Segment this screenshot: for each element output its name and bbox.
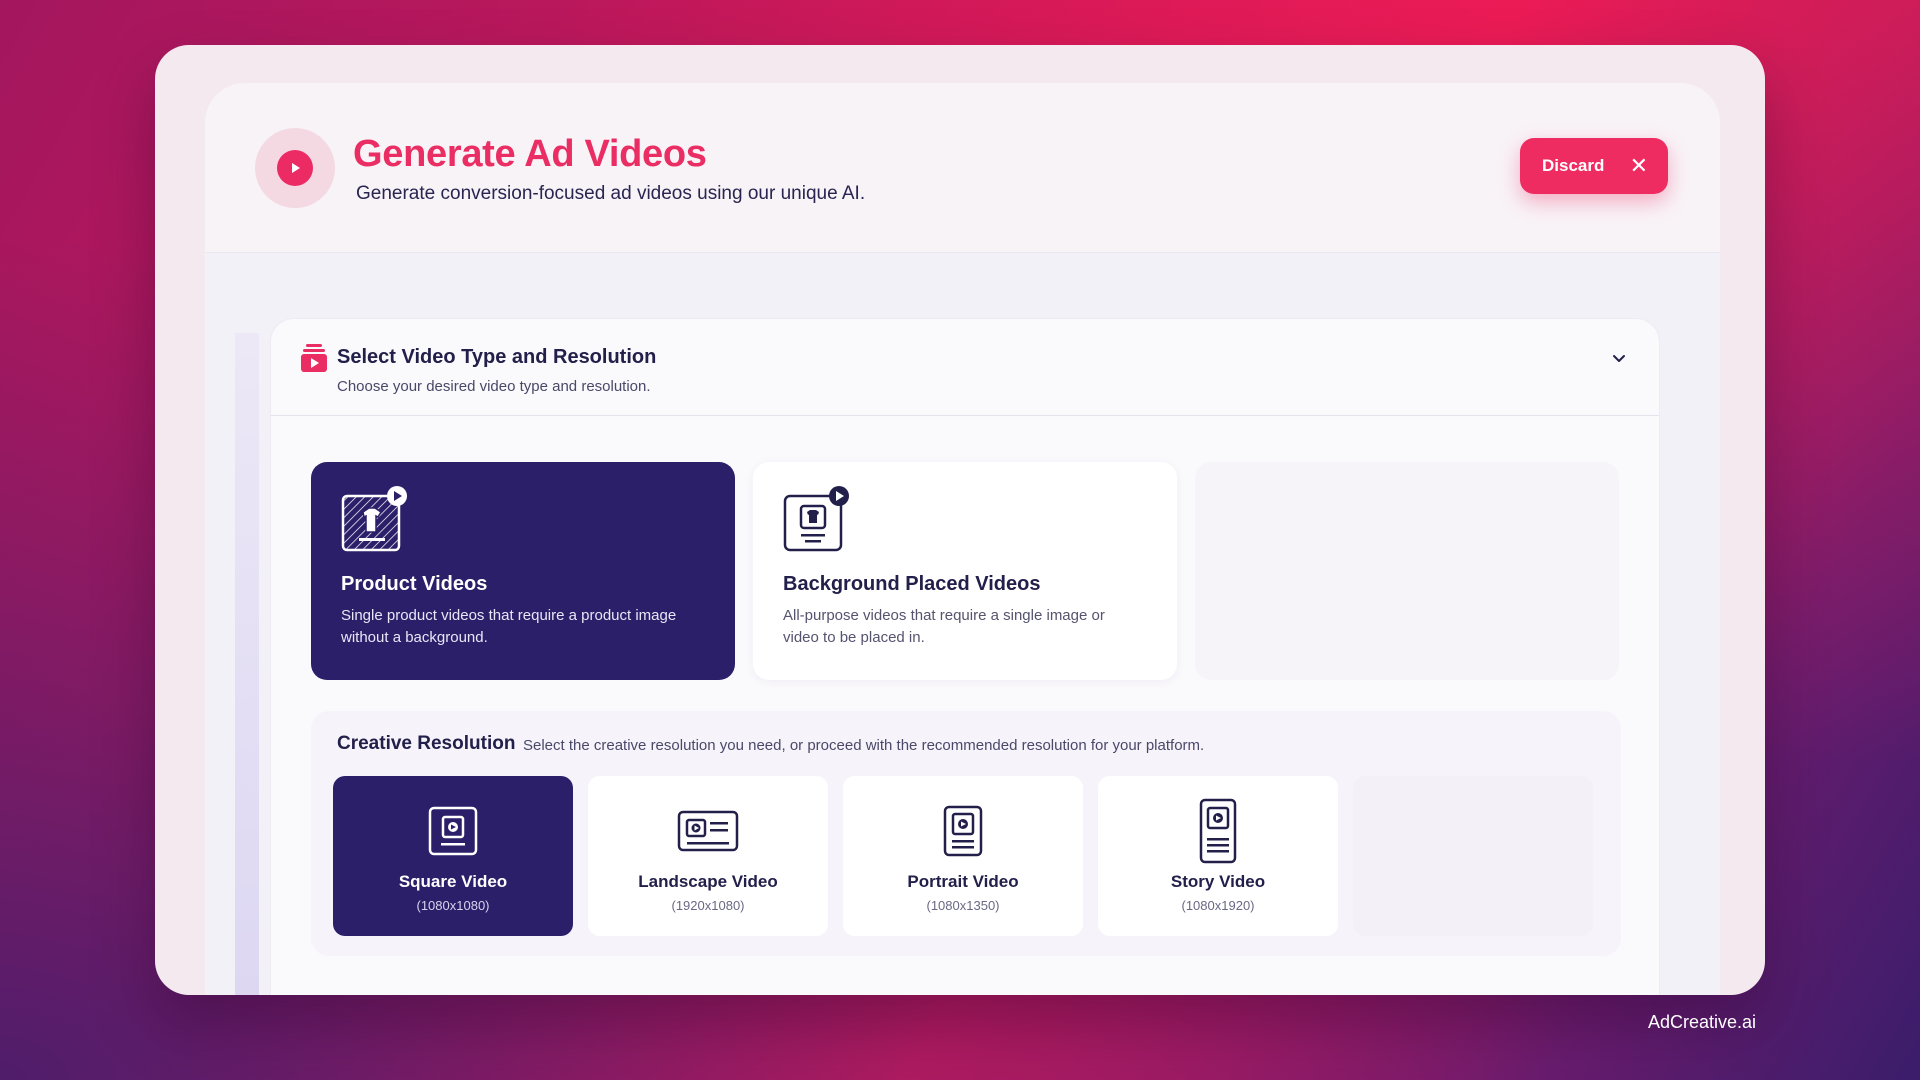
- page-title: Generate Ad Videos: [353, 133, 707, 175]
- product-videos-title: Product Videos: [341, 573, 488, 595]
- product-video-icon: [341, 486, 407, 552]
- brand-watermark: AdCreative.ai: [1648, 1012, 1757, 1032]
- portrait-video-size: (1080x1350): [926, 898, 1000, 913]
- background-placed-videos-card[interactable]: Background Placed Videos All-purpose vid…: [753, 462, 1177, 680]
- chevron-down-icon[interactable]: [1609, 349, 1629, 369]
- portrait-video-label: Portrait Video: [907, 872, 1019, 891]
- app-content: Generate Ad Videos Generate conversion-f…: [205, 83, 1720, 995]
- story-video-label: Story Video: [1170, 872, 1266, 891]
- resolution-description: Select the creative resolution you need,…: [523, 737, 1205, 754]
- close-icon: ✕: [1629, 153, 1648, 178]
- page-header: Generate Ad Videos Generate conversion-f…: [205, 83, 1720, 253]
- video-stack-icon: [301, 344, 327, 372]
- landscape-video-label: Landscape Video: [638, 872, 778, 891]
- placeholder-resolution-option: [1353, 776, 1593, 936]
- landscape-video-size: (1920x1080): [671, 898, 745, 913]
- resolution-title: Creative Resolution: [337, 733, 516, 754]
- video-type-panel: Select Video Type and Resolution Choose …: [270, 318, 1660, 995]
- product-videos-card[interactable]: Product Videos Single product videos tha…: [311, 462, 735, 680]
- square-video-icon: [428, 806, 478, 856]
- portrait-video-option[interactable]: Portrait Video (1080x1350): [843, 776, 1083, 936]
- panel-header[interactable]: Select Video Type and Resolution Choose …: [271, 319, 1659, 416]
- background-placed-videos-title: Background Placed Videos: [783, 573, 1041, 595]
- story-video-size: (1080x1920): [1181, 898, 1255, 913]
- section-title: Select Video Type and Resolution: [337, 346, 657, 368]
- play-icon: [277, 150, 313, 186]
- landscape-video-icon: [677, 810, 739, 852]
- product-videos-description: Single product videos that require a pro…: [341, 607, 677, 646]
- creative-resolution-section: Creative Resolution Select the creative …: [311, 711, 1621, 956]
- square-video-option[interactable]: Square Video (1080x1080): [333, 776, 573, 936]
- discard-label: Discard: [1542, 156, 1605, 175]
- header-badge: [255, 128, 335, 208]
- portrait-video-icon: [943, 805, 983, 857]
- square-video-label: Square Video: [398, 872, 508, 891]
- placeholder-card: [1195, 462, 1619, 680]
- background-video-icon: [783, 486, 849, 552]
- app-window: Generate Ad Videos Generate conversion-f…: [155, 45, 1765, 995]
- landscape-video-option[interactable]: Landscape Video (1920x1080): [588, 776, 828, 936]
- page-subtitle: Generate conversion-focused ad videos us…: [356, 183, 866, 204]
- section-subtitle: Choose your desired video type and resol…: [337, 378, 651, 395]
- square-video-size: (1080x1080): [416, 898, 490, 913]
- discard-button[interactable]: Discard ✕: [1520, 138, 1668, 194]
- story-video-option[interactable]: Story Video (1080x1920): [1098, 776, 1338, 936]
- story-video-icon: [1199, 798, 1237, 864]
- background-placed-videos-description: All-purpose videos that require a single…: [783, 607, 1105, 646]
- side-strip: [235, 333, 259, 995]
